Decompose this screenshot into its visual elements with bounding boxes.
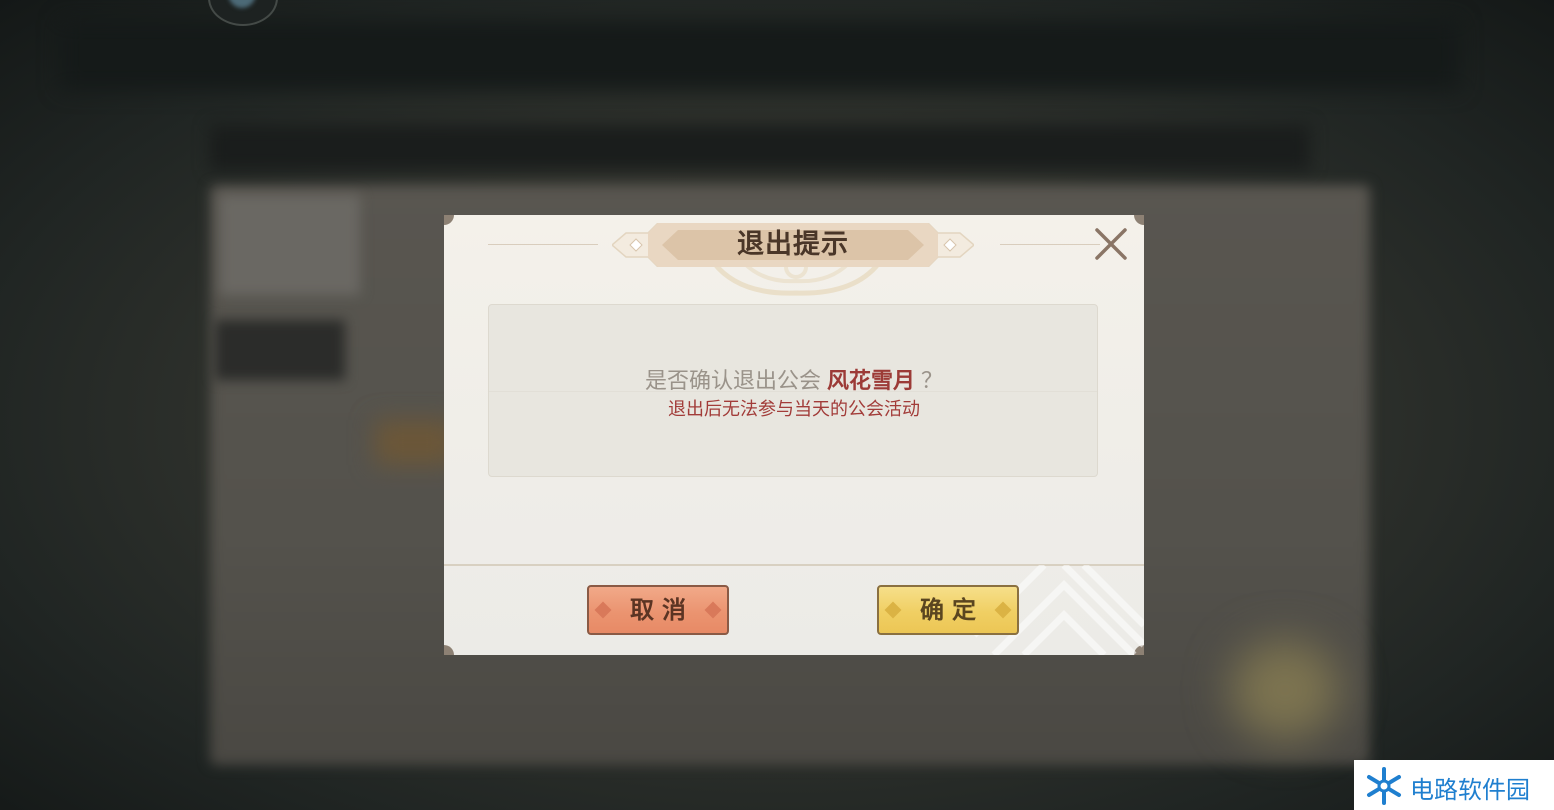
background-highlight (375, 420, 455, 465)
confirm-button-label: 确定 (920, 595, 984, 624)
title-banner: 退出提示 (612, 223, 974, 267)
background-tab (215, 320, 345, 380)
watermark: 电路软件园 (1354, 760, 1554, 810)
confirm-button[interactable]: 确定 (877, 585, 1019, 635)
dialog-corner (444, 215, 454, 225)
confirm-question: 是否确认退出公会 风花雪月？ (489, 363, 1099, 395)
background-card (220, 195, 360, 295)
exit-guild-dialog: 退出提示 是否确认退出公会 风花雪月？ 退出后无法参与当天的公会活动 取消 确定 (444, 215, 1144, 655)
close-icon[interactable] (1092, 227, 1128, 263)
background-glow (1230, 640, 1340, 740)
cancel-button[interactable]: 取消 (587, 585, 729, 635)
guild-name: 风花雪月 (826, 369, 915, 394)
snowflake-logo-icon (1367, 767, 1401, 805)
watermark-text: 电路软件园 (1410, 776, 1530, 804)
dialog-corner (444, 645, 454, 655)
confirm-prefix: 是否确认退出公会 (644, 369, 821, 394)
message-box: 是否确认退出公会 风花雪月？ 退出后无法参与当天的公会活动 (488, 304, 1098, 477)
dialog-corner (1134, 215, 1144, 225)
title-divider-right (1000, 244, 1100, 245)
warning-text: 退出后无法参与当天的公会活动 (668, 399, 920, 420)
close-button[interactable] (1092, 227, 1128, 263)
background-top-strip (60, 20, 1460, 90)
dialog-title: 退出提示 (737, 229, 849, 260)
confirm-suffix: ？ (921, 369, 944, 394)
background-header-bar (210, 125, 1310, 170)
cancel-button-label: 取消 (630, 595, 694, 624)
title-divider-left (488, 244, 598, 245)
